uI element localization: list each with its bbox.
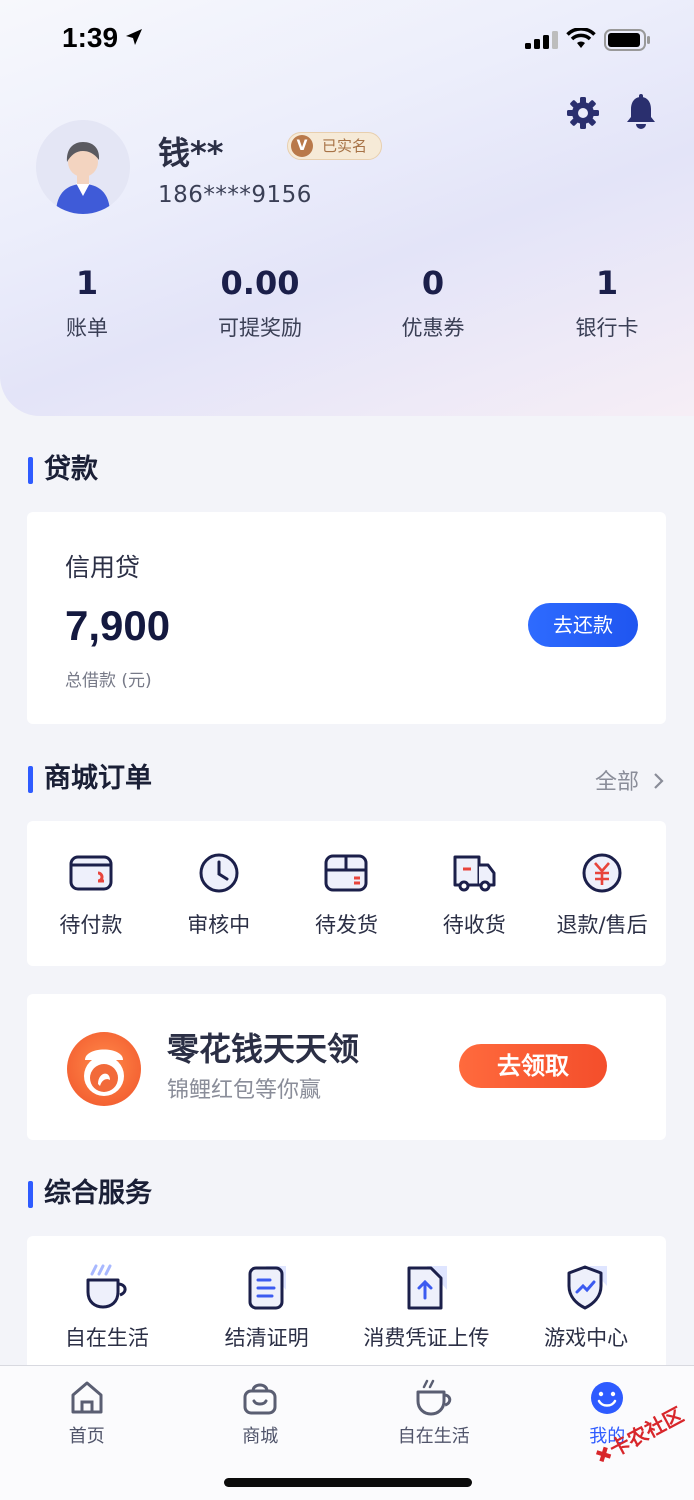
stat-value: 1	[595, 264, 619, 302]
order-refund-aftersale[interactable]: 退款/售后	[538, 821, 666, 966]
location-arrow-icon	[126, 29, 142, 45]
tab-home[interactable]: 首页	[0, 1366, 174, 1500]
battery-icon	[604, 29, 650, 51]
loan-subtitle: 总借款 (元)	[65, 671, 152, 691]
stat-bills[interactable]: 1 账单	[0, 260, 174, 342]
stat-value: 0.00	[220, 264, 300, 302]
wallet-icon	[69, 855, 113, 891]
promo-card[interactable]: 零花钱天天领 锦鲤红包等你赢 去领取	[27, 994, 666, 1140]
verified-badge: V 已实名	[287, 132, 383, 160]
cellular-signal-icon	[525, 31, 558, 49]
upload-file-icon	[407, 1266, 448, 1310]
koi-mascot-icon	[67, 1032, 141, 1106]
order-label: 审核中	[187, 913, 251, 937]
tab-label: 自在生活	[397, 1426, 470, 1447]
order-pending-payment[interactable]: 待付款	[27, 821, 155, 966]
home-icon	[71, 1381, 103, 1414]
order-label: 待收货	[442, 913, 506, 937]
service-label: 结清证明	[224, 1326, 309, 1350]
service-leisure-life[interactable]: 自在生活	[27, 1236, 187, 1376]
tab-label: 首页	[68, 1426, 105, 1447]
services-card: 自在生活 结清证明 消费凭证上传 游戏中心	[27, 1236, 666, 1376]
gear-icon[interactable]	[565, 95, 601, 131]
verified-label: 已实名	[322, 137, 368, 155]
avatar[interactable]	[36, 120, 130, 214]
stat-value: 0	[421, 264, 445, 302]
service-label: 消费凭证上传	[363, 1326, 490, 1350]
section-title-services: 综合服务	[28, 1178, 152, 1210]
order-awaiting-receipt[interactable]: 待收货	[410, 821, 538, 966]
stat-value: 1	[75, 264, 99, 302]
loan-amount: 7,900	[65, 602, 171, 649]
status-time: 1:39	[62, 22, 119, 53]
see-all-label: 全部	[594, 770, 639, 795]
yuan-refund-icon	[582, 853, 622, 893]
promo-title: 零花钱天天领	[167, 1030, 360, 1068]
see-all-orders-link[interactable]: 全部	[595, 764, 666, 796]
bell-icon[interactable]	[624, 94, 658, 130]
box-icon	[324, 854, 368, 892]
order-label: 待发货	[314, 913, 378, 937]
promo-subtitle: 锦鲤红包等你赢	[167, 1078, 322, 1103]
coffee-cup-icon	[416, 1379, 451, 1416]
claim-button[interactable]: 去领取	[459, 1044, 607, 1088]
tab-label: 商城	[242, 1426, 279, 1447]
user-avatar-icon	[36, 120, 130, 214]
service-receipt-upload[interactable]: 消费凭证上传	[347, 1236, 507, 1376]
stat-rewards[interactable]: 0.00 可提奖励	[174, 260, 346, 342]
service-label: 自在生活	[64, 1326, 149, 1350]
shopping-bag-icon	[243, 1383, 277, 1415]
order-awaiting-shipment[interactable]: 待发货	[283, 821, 411, 966]
shield-icon	[567, 1265, 608, 1310]
service-label: 游戏中心	[544, 1326, 629, 1350]
phone-number: 186****9156	[158, 182, 312, 208]
order-label: 退款/售后	[556, 913, 648, 937]
status-bar: 1:39	[0, 0, 694, 80]
chevron-right-icon	[654, 773, 664, 789]
order-label: 待付款	[59, 913, 123, 937]
user-name: 钱**	[158, 134, 224, 172]
stats-row: 1 账单 0.00 可提奖励 0 优惠券 1 银行卡	[0, 260, 694, 342]
stat-label: 银行卡	[575, 316, 639, 340]
loan-card[interactable]: 信用贷 7,900 总借款 (元) 去还款	[27, 512, 666, 724]
smiley-icon	[591, 1382, 624, 1414]
home-indicator[interactable]	[224, 1478, 472, 1487]
wifi-icon	[566, 28, 596, 48]
service-settlement-proof[interactable]: 结清证明	[187, 1236, 347, 1376]
stat-bank-cards[interactable]: 1 银行卡	[520, 260, 694, 342]
service-game-center[interactable]: 游戏中心	[506, 1236, 666, 1376]
loan-type: 信用贷	[65, 553, 141, 582]
stat-label: 优惠券	[401, 316, 465, 340]
repay-button[interactable]: 去还款	[528, 603, 638, 647]
coffee-cup-icon	[86, 1264, 127, 1309]
verified-v-icon: V	[291, 135, 313, 157]
stat-label: 账单	[66, 316, 108, 340]
document-icon	[248, 1266, 286, 1310]
stat-coupons[interactable]: 0 优惠券	[346, 260, 520, 342]
section-title-loan: 贷款	[28, 454, 98, 486]
orders-card: 待付款 审核中 待发货 待收货 退款/售后	[27, 821, 666, 966]
section-title-orders: 商城订单	[28, 763, 152, 795]
truck-icon	[453, 855, 496, 892]
stat-label: 可提奖励	[218, 316, 302, 340]
clock-icon	[199, 853, 239, 893]
order-under-review[interactable]: 审核中	[155, 821, 283, 966]
